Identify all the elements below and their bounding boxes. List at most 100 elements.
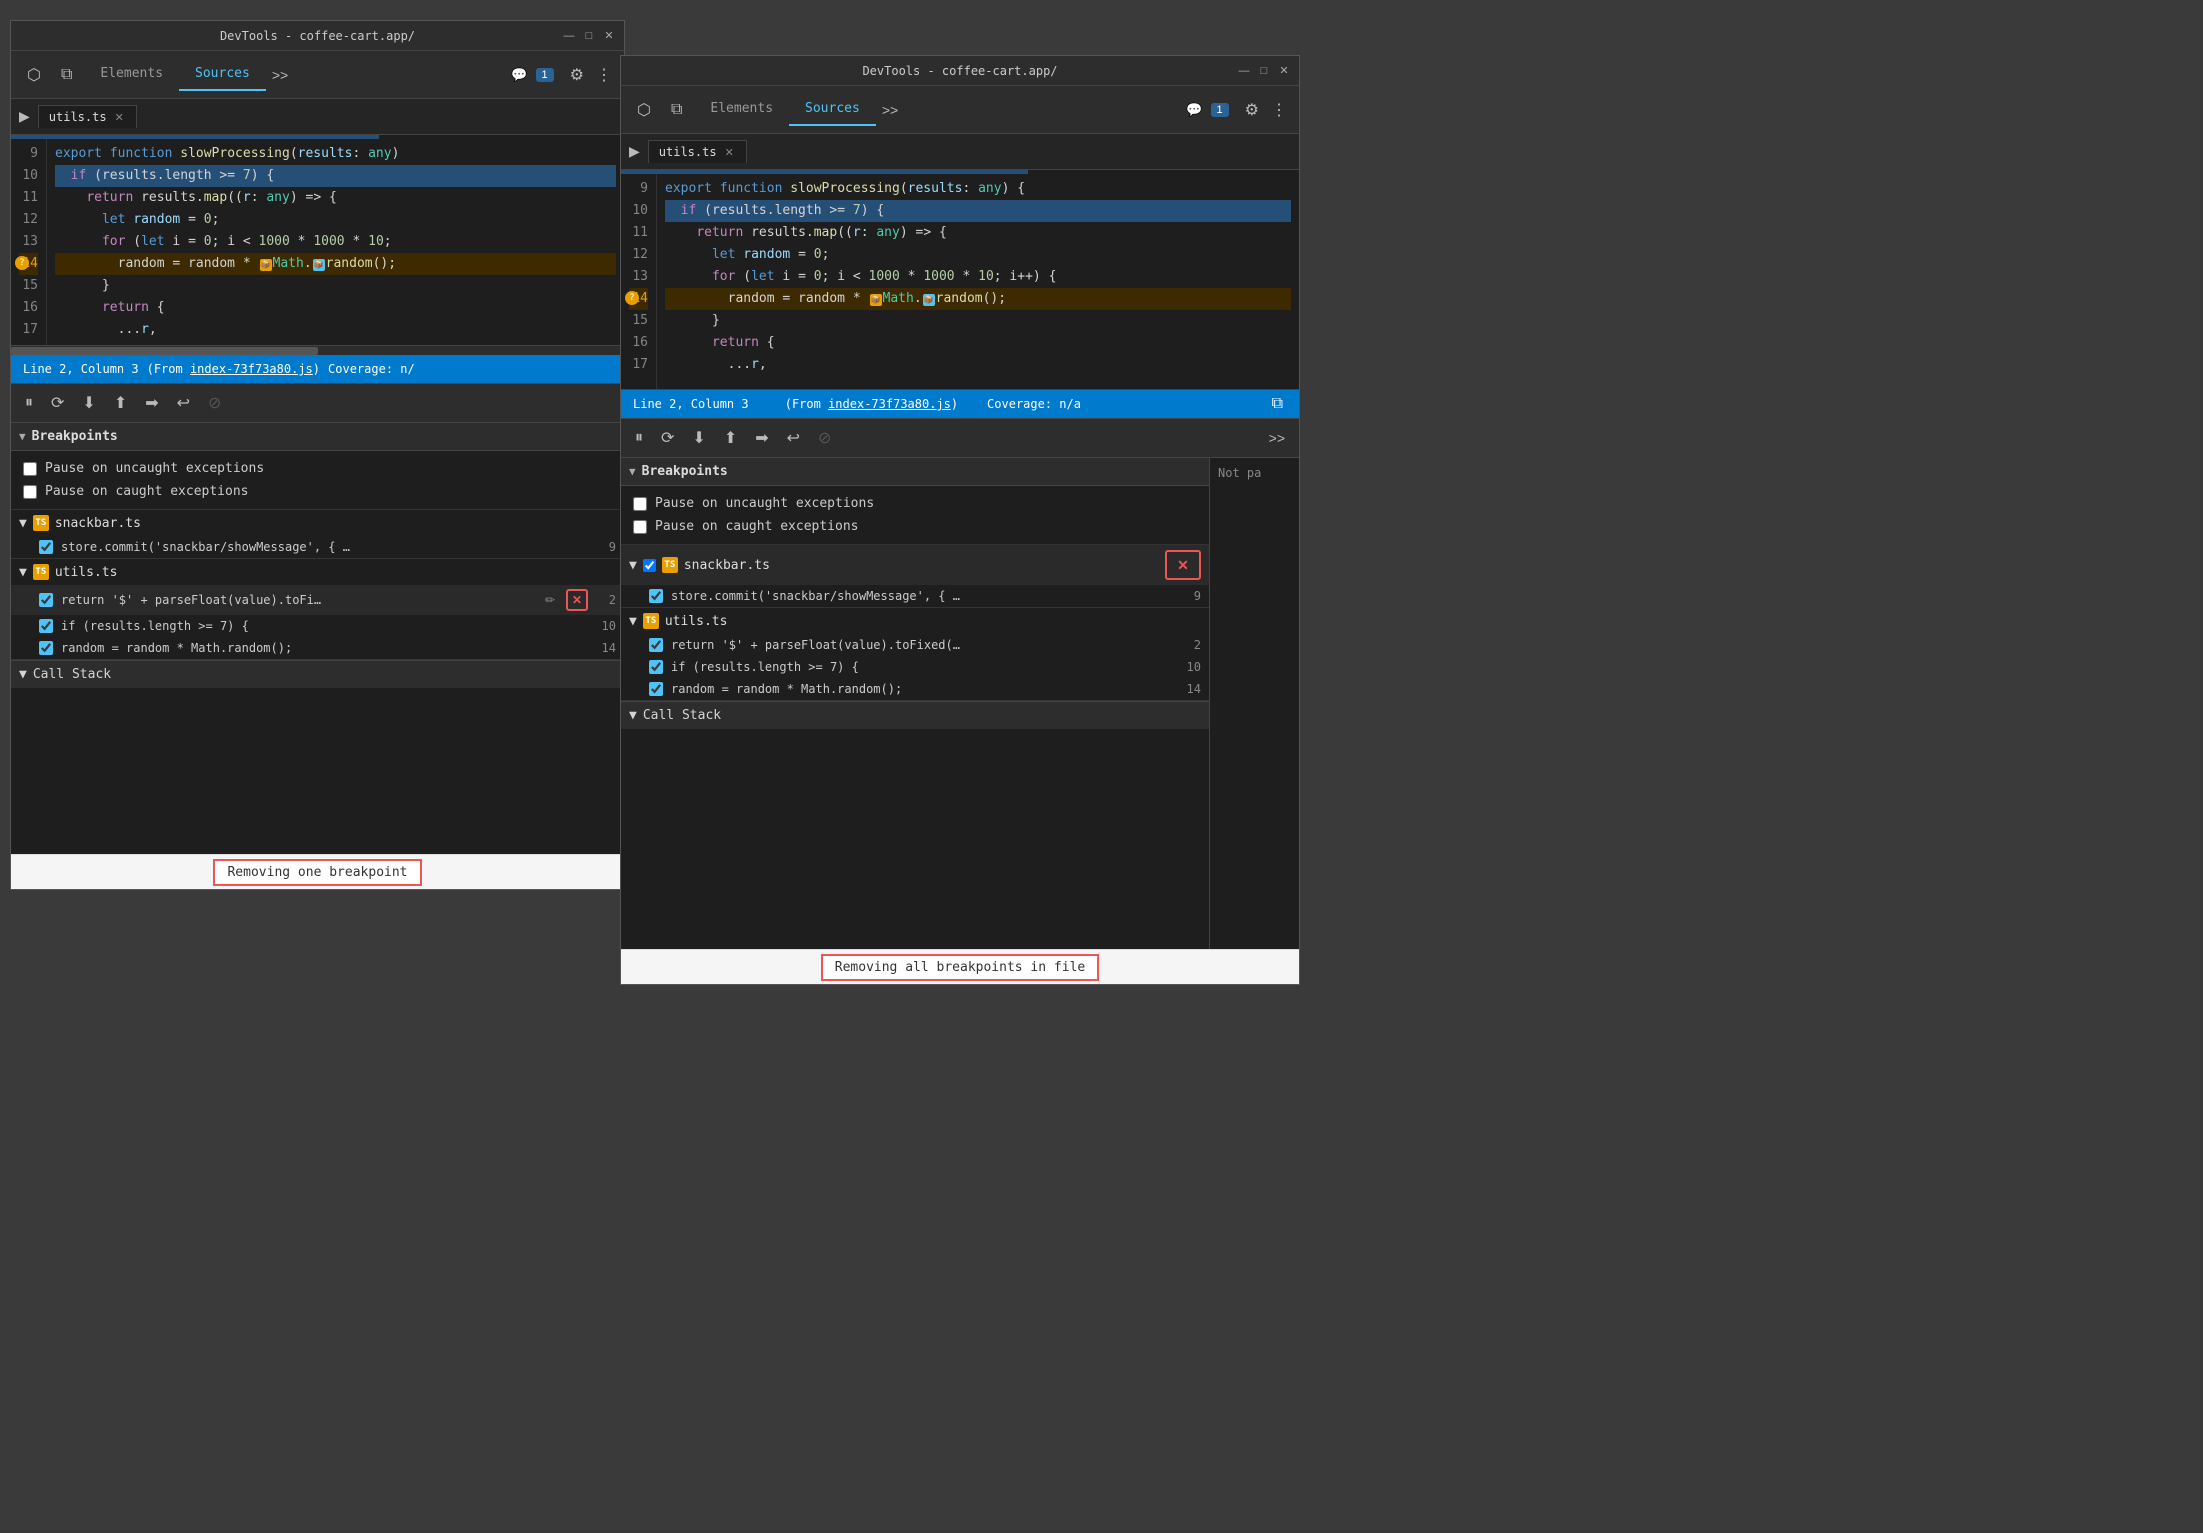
left-cursor-icon[interactable]: ⬡ <box>19 61 49 89</box>
left-bp-snackbar-cb-1[interactable] <box>39 540 53 554</box>
right-pause-btn[interactable]: ⏸ <box>629 425 649 451</box>
right-bp-utils-item-2[interactable]: if (results.length >= 7) { 10 <box>621 656 1209 678</box>
left-continue-btn[interactable]: ➡ <box>139 389 164 417</box>
left-bp-utils-header[interactable]: ▼ TS utils.ts <box>11 559 624 585</box>
right-removing-all-label: Removing all breakpoints in file <box>835 960 1085 975</box>
right-close-btn[interactable]: ✕ <box>1277 64 1291 78</box>
right-sidebar-toggle-btn[interactable]: ▶ <box>625 139 644 164</box>
right-bp-snackbar-item-1[interactable]: store.commit('snackbar/showMessage', { …… <box>621 585 1209 607</box>
left-bp-snackbar-header[interactable]: ▼ TS snackbar.ts <box>11 510 624 536</box>
right-bp-utils-cb-3[interactable] <box>649 682 663 696</box>
left-line-14-num: ? 14 <box>19 253 38 275</box>
right-more-tabs-btn[interactable]: >> <box>876 98 904 122</box>
right-bp-utils-text-3: random = random * Math.random(); <box>671 682 1173 696</box>
right-step-into-btn[interactable]: ⬇ <box>686 424 711 452</box>
left-bp-utils-item-1[interactable]: return '$' + parseFloat(value).toFi… ✏ ✕… <box>11 585 624 615</box>
right-skip-btn[interactable]: ⊘ <box>812 424 837 452</box>
left-layers-icon[interactable]: ⧉ <box>53 62 80 88</box>
right-bp-snackbar-header[interactable]: ▼ TS snackbar.ts ✕ <box>621 545 1209 585</box>
right-bp-utils-item-1[interactable]: return '$' + parseFloat(value).toFixed(…… <box>621 634 1209 656</box>
left-bp-utils-group: ▼ TS utils.ts return '$' + parseFloat(va… <box>11 559 624 660</box>
right-bp-section-title: Breakpoints <box>642 464 728 479</box>
left-settings-btn[interactable]: ⚙ <box>566 61 588 89</box>
right-file-tab-close-btn[interactable]: ✕ <box>723 146 736 159</box>
left-line-11-num: 11 <box>19 187 38 209</box>
right-not-paused-text: Not pa <box>1218 466 1291 480</box>
left-step-out-btn[interactable]: ⬆ <box>108 389 133 417</box>
left-maximize-btn[interactable]: □ <box>582 29 596 43</box>
left-more-tabs-btn[interactable]: >> <box>266 63 294 87</box>
right-pause-caught-row[interactable]: Pause on caught exceptions <box>633 515 1197 538</box>
left-pause-caught-row[interactable]: Pause on caught exceptions <box>23 480 612 503</box>
left-bp-utils-item-3[interactable]: random = random * Math.random(); 14 <box>11 637 624 659</box>
left-source-link[interactable]: index-73f73a80.js <box>190 362 313 376</box>
right-file-tab-utils[interactable]: utils.ts ✕ <box>648 140 747 163</box>
left-bp-delete-btn[interactable]: ✕ <box>566 589 588 611</box>
right-deactivate-btn[interactable]: ↩ <box>781 424 806 452</box>
left-file-tab-close-btn[interactable]: ✕ <box>113 111 126 124</box>
right-tab-bar: Elements Sources >> <box>694 93 904 126</box>
left-deactivate-btn[interactable]: ↩ <box>171 389 196 417</box>
left-console-badge-btn[interactable]: 💬 1 <box>503 63 561 87</box>
left-code-line-16: return { <box>55 297 616 319</box>
left-breakpoints-header[interactable]: ▼ Breakpoints <box>11 423 624 451</box>
right-settings-btn[interactable]: ⚙ <box>1241 96 1263 124</box>
left-step-into-btn[interactable]: ⬇ <box>76 389 101 417</box>
left-bp-utils-cb-2[interactable] <box>39 619 53 633</box>
right-bp-utils-cb-2[interactable] <box>649 660 663 674</box>
left-step-over-btn[interactable]: ⟳ <box>45 389 70 417</box>
right-step-out-btn[interactable]: ⬆ <box>718 424 743 452</box>
left-bp-utils-item-2[interactable]: if (results.length >= 7) { 10 <box>11 615 624 637</box>
left-call-stack-header[interactable]: ▼ Call Stack <box>11 660 624 688</box>
right-step-over-btn[interactable]: ⟳ <box>655 424 680 452</box>
right-tab-sources[interactable]: Sources <box>789 93 876 126</box>
right-line-col: Line 2, Column 3 <box>633 397 749 411</box>
right-pause-uncaught-checkbox[interactable] <box>633 497 647 511</box>
left-more-btn[interactable]: ⋮ <box>592 61 616 89</box>
left-code-line-11: return results.map((r: any) => { <box>55 187 616 209</box>
right-console-badge-btn[interactable]: 💬 1 <box>1178 98 1236 122</box>
left-code-line-10: if (results.length >= 7) { <box>55 165 616 187</box>
right-bp-snackbar-file-cb[interactable] <box>643 559 656 572</box>
right-bp-utils-header[interactable]: ▼ TS utils.ts <box>621 608 1209 634</box>
right-tab-elements[interactable]: Elements <box>694 93 789 126</box>
right-bp-utils-cb-1[interactable] <box>649 638 663 652</box>
left-tab-elements[interactable]: Elements <box>84 58 179 91</box>
right-toolbar-more-btn[interactable]: >> <box>1263 426 1291 450</box>
right-pause-uncaught-row[interactable]: Pause on uncaught exceptions <box>633 492 1197 515</box>
right-maximize-btn[interactable]: □ <box>1257 64 1271 78</box>
left-close-btn[interactable]: ✕ <box>602 29 616 43</box>
left-sidebar-toggle-btn[interactable]: ▶ <box>15 104 34 129</box>
right-breakpoints-header[interactable]: ▼ Breakpoints <box>621 458 1209 486</box>
right-continue-btn[interactable]: ➡ <box>749 424 774 452</box>
left-bp-utils-cb-3[interactable] <box>39 641 53 655</box>
left-pause-btn[interactable]: ⏸ <box>19 390 39 416</box>
right-coverage: Coverage: n/a <box>987 397 1081 411</box>
left-pause-uncaught-label: Pause on uncaught exceptions <box>45 461 264 476</box>
right-bp-snackbar-cb-1[interactable] <box>649 589 663 603</box>
left-snackbar-arrow-icon: ▼ <box>19 516 27 531</box>
left-bp-snackbar-text-1: store.commit('snackbar/showMessage', { … <box>61 540 588 554</box>
right-layers-icon[interactable]: ⧉ <box>663 97 690 123</box>
right-call-stack-header[interactable]: ▼ Call Stack <box>621 701 1209 729</box>
right-bp-utils-item-3[interactable]: random = random * Math.random(); 14 <box>621 678 1209 700</box>
left-status-from: (From index-73f73a80.js) <box>147 362 320 376</box>
right-source-link[interactable]: index-73f73a80.js <box>828 397 951 411</box>
left-pause-caught-checkbox[interactable] <box>23 485 37 499</box>
right-minimize-btn[interactable]: — <box>1237 64 1251 78</box>
left-skip-btn[interactable]: ⊘ <box>202 389 227 417</box>
right-more-btn[interactable]: ⋮ <box>1267 96 1291 124</box>
left-pause-uncaught-checkbox[interactable] <box>23 462 37 476</box>
left-bp-utils-cb-1[interactable] <box>39 593 53 607</box>
left-minimize-btn[interactable]: — <box>562 29 576 43</box>
right-pause-caught-checkbox[interactable] <box>633 520 647 534</box>
left-bp-edit-btn[interactable]: ✏ <box>542 592 558 608</box>
right-bp-delete-all-btn[interactable]: ✕ <box>1165 550 1201 580</box>
left-tab-sources[interactable]: Sources <box>179 58 266 91</box>
left-bp-snackbar-item-1[interactable]: store.commit('snackbar/showMessage', { …… <box>11 536 624 558</box>
left-file-tab-utils[interactable]: utils.ts ✕ <box>38 105 137 128</box>
left-pause-uncaught-row[interactable]: Pause on uncaught exceptions <box>23 457 612 480</box>
right-code-line-14: random = random * 📦Math.📦random(); <box>665 288 1291 310</box>
right-cursor-icon[interactable]: ⬡ <box>629 96 659 124</box>
right-status-panel-btn[interactable]: ⧉ <box>1268 391 1287 417</box>
